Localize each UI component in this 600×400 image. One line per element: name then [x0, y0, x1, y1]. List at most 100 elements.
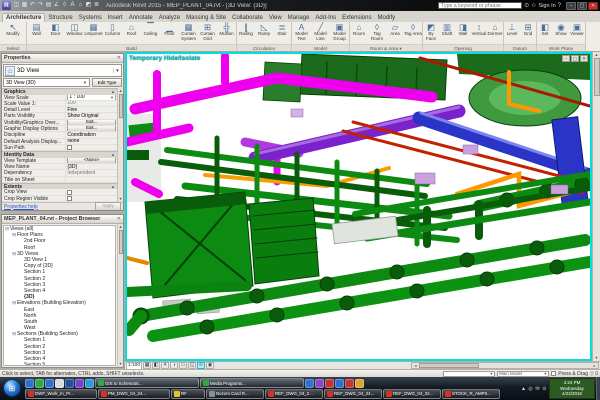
press-drag-checkbox[interactable]	[551, 371, 556, 376]
ribbon-button-by-face[interactable]: ◩By Face	[423, 22, 439, 44]
ribbon-button-door[interactable]: ◧Door	[46, 22, 65, 44]
tab-add-ins[interactable]: Add-Ins	[312, 14, 339, 22]
ribbon-button-model-text[interactable]: AModel Text	[292, 22, 311, 44]
tray-icon[interactable]: ⊙	[541, 386, 548, 392]
tab-analyze[interactable]: Analyze	[156, 14, 183, 22]
ribbon-button-railing[interactable]: ∥Railing	[237, 22, 255, 44]
taskbar-app-icon[interactable]	[345, 379, 354, 388]
minimize-button[interactable]: –	[566, 2, 576, 10]
thin-lines-icon[interactable]: ≣	[93, 1, 100, 10]
sun-path-icon[interactable]: ☀	[161, 362, 169, 369]
property-checkbox[interactable]	[67, 196, 72, 201]
ribbon-button-level[interactable]: ⊥Level	[504, 22, 520, 44]
ribbon-button-roof[interactable]: ⌂Roof	[122, 22, 141, 44]
scroll-right-icon[interactable]: ▸	[591, 363, 598, 368]
property-value[interactable]	[66, 145, 117, 150]
view-minimize-button[interactable]: –	[562, 55, 570, 62]
view-restore-button[interactable]: ▢	[571, 55, 579, 62]
design-option-selector[interactable]: Main Model ▼	[497, 371, 549, 377]
ribbon-button-floor[interactable]: ▁Floor	[160, 22, 179, 44]
property-edit-button[interactable]: <None>	[67, 158, 116, 163]
project-browser-scrollbar[interactable]: ▲ ▼	[117, 224, 123, 367]
detail-level-icon[interactable]: ▦	[143, 362, 151, 369]
search-icon[interactable]: ⊙	[524, 2, 529, 9]
sign-in-button[interactable]: Sign In	[539, 3, 556, 9]
show-desktop-button[interactable]	[596, 377, 600, 400]
ribbon-button-stair[interactable]: ≣Stair	[273, 22, 291, 44]
ribbon-button-curtain-system[interactable]: ▦Curtain System	[179, 22, 198, 44]
property-edit-button[interactable]: Edit...	[67, 120, 116, 125]
taskbar-window-button[interactable]: STOCK_R_AMP0...	[442, 389, 500, 399]
model-3d-view[interactable]	[127, 54, 590, 359]
taskbar-app-icon[interactable]	[65, 379, 74, 388]
tab-view[interactable]: View	[266, 14, 285, 22]
ribbon-button-column[interactable]: ▯Column	[103, 22, 122, 44]
property-value[interactable]: Edit...	[66, 120, 117, 125]
taskbar-clock[interactable]: 4:24 PM Wednesday 4/22/2015	[549, 378, 595, 399]
tab-manage[interactable]: Manage	[285, 14, 313, 22]
property-value[interactable]	[66, 189, 117, 194]
tray-icon[interactable]: ◎	[527, 386, 534, 392]
taskbar-app-icon[interactable]	[25, 379, 34, 388]
redo-icon[interactable]: ↷	[37, 1, 44, 10]
property-edit-button[interactable]: Edit...	[67, 126, 116, 131]
section-icon[interactable]: ◩	[85, 1, 92, 10]
taskbar-app-icon[interactable]	[355, 379, 364, 388]
taskbar-window-button[interactable]: PM_DWG_04_24...	[98, 389, 170, 399]
ribbon-button-curtain-grid[interactable]: ⊞Curtain Grid	[198, 22, 217, 44]
ribbon-button-area[interactable]: ▱Area	[386, 22, 404, 44]
scrollbar-thumb[interactable]	[594, 58, 600, 96]
measure-icon[interactable]: ∠	[53, 1, 60, 10]
property-value[interactable]: {3D}	[66, 164, 117, 169]
tab-systems[interactable]: Systems	[76, 14, 105, 22]
ribbon-button-modify[interactable]: ↖Modify	[0, 22, 26, 44]
instance-selector[interactable]: 3D View (3D) ▼	[3, 78, 90, 87]
tag-icon[interactable]: ◊	[61, 1, 68, 10]
selection-filter-icon[interactable]: ▽ 0	[590, 371, 598, 377]
property-value[interactable]: Show Original	[66, 113, 117, 118]
text-icon[interactable]: A	[69, 1, 76, 10]
tree-item[interactable]: Section 5	[4, 362, 115, 366]
tab-massing-site[interactable]: Massing & Site	[183, 14, 229, 22]
ribbon-button-window[interactable]: ◫Window	[65, 22, 84, 44]
ribbon-button-model-line[interactable]: ╱Model Line	[311, 22, 330, 44]
viewport-vertical-scrollbar[interactable]: ▲ ▼	[592, 52, 600, 361]
property-value[interactable]	[66, 196, 117, 201]
save-icon[interactable]: ▦	[21, 1, 28, 10]
ribbon-button-component[interactable]: ▦Component	[84, 22, 103, 44]
property-value[interactable]: Fine	[66, 107, 117, 112]
taskbar-app-icon[interactable]	[75, 379, 84, 388]
start-button[interactable]: ⊞	[3, 379, 21, 397]
help-icon[interactable]: ?	[558, 3, 561, 9]
taskbar-app-icon[interactable]	[305, 379, 314, 388]
taskbar-app-icon[interactable]	[335, 379, 344, 388]
properties-help-link[interactable]: Properties help	[4, 204, 38, 210]
property-value[interactable]: Edit...	[66, 126, 117, 131]
property-value[interactable]: Coordination	[66, 132, 117, 137]
reveal-hidden-elements-icon[interactable]: ◉	[206, 362, 214, 369]
tab-modify[interactable]: Modify	[374, 14, 398, 22]
view-close-button[interactable]: ✕	[580, 55, 588, 62]
ribbon-button-viewer[interactable]: ▣Viewer	[569, 22, 585, 44]
ribbon-button-set[interactable]: ◧Set	[537, 22, 553, 44]
property-value[interactable]: 100	[66, 101, 117, 106]
undo-icon[interactable]: ↶	[29, 1, 36, 10]
view-window[interactable]: Temporary Hide/Isolate –▢✕	[125, 52, 592, 361]
view-scale-button[interactable]: 1:100	[126, 362, 142, 370]
property-value[interactable]: <None>	[66, 158, 117, 163]
ribbon-button-vertical[interactable]: ↕Vertical	[471, 22, 487, 44]
show-crop-region-icon[interactable]: ◱	[188, 362, 196, 369]
taskbar-window-button[interactable]: REF_DWG_04_24...	[324, 389, 382, 399]
properties-close-icon[interactable]: ✕	[117, 55, 121, 61]
project-browser-close-icon[interactable]: ✕	[117, 216, 121, 222]
property-value[interactable]: 1 : 100▼	[66, 95, 117, 100]
ribbon-button-model-group[interactable]: ▣Model Group	[330, 22, 349, 44]
ribbon-button-grid[interactable]: ⊞Grid	[520, 22, 536, 44]
tab-extensions[interactable]: Extensions	[339, 14, 374, 22]
print-icon[interactable]: ▤	[45, 1, 52, 10]
temporary-hide-isolate-icon[interactable]: ∞	[197, 362, 205, 369]
tray-icon[interactable]: ▲	[520, 386, 527, 392]
tab-structure[interactable]: Structure	[45, 14, 75, 22]
taskbar-window-button[interactable]: RF	[171, 389, 205, 399]
ribbon-button-tag-area[interactable]: ◊Tag Area	[404, 22, 422, 44]
